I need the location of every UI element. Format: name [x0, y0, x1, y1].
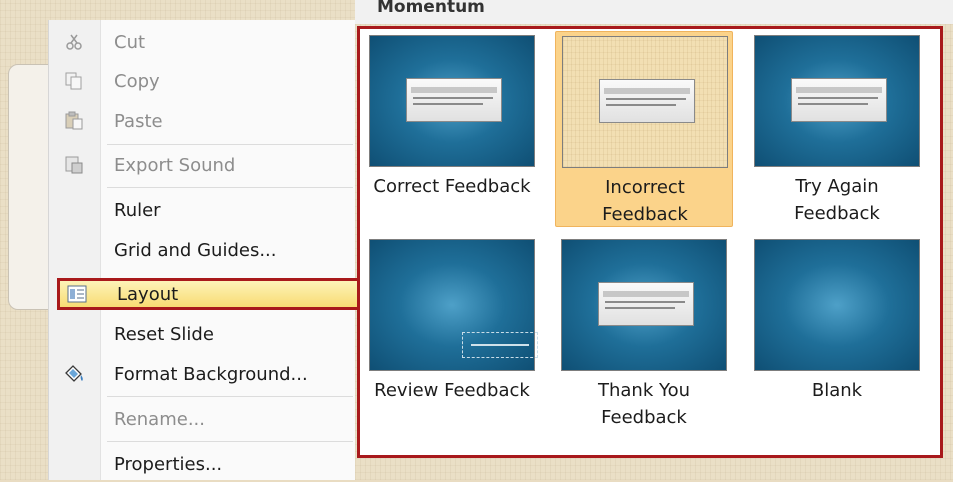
menu-item-label: Layout [117, 283, 179, 305]
menu-item-label: Copy [114, 70, 160, 92]
gallery-title: Momentum [377, 0, 485, 17]
text-placeholder [791, 78, 887, 122]
menu-separator [107, 187, 353, 188]
menu-item-rename[interactable]: Rename... [49, 401, 355, 437]
text-placeholder [406, 78, 502, 122]
scissors-icon [63, 31, 85, 53]
menu-item-label: Reset Slide [114, 323, 214, 345]
menu-item-layout[interactable]: Layout [57, 278, 399, 310]
export-sound-icon [63, 154, 85, 176]
context-menu: Cut Copy Paste Export Sound Ruler Grid a… [48, 20, 399, 482]
menu-item-label: Ruler [114, 199, 161, 221]
layout-caption: Correct Feedback [373, 176, 531, 197]
menu-separator [107, 144, 353, 145]
menu-item-ruler[interactable]: Ruler [49, 192, 355, 228]
menu-item-copy[interactable]: Copy [49, 63, 355, 99]
layout-tile-incorrect-feedback[interactable]: Incorrect Feedback [555, 31, 733, 227]
layout-caption: Incorrect Feedback [602, 177, 688, 225]
layout-caption: Review Feedback [374, 380, 530, 401]
menu-item-cut[interactable]: Cut [49, 24, 355, 60]
menu-item-label: Properties... [114, 453, 223, 475]
menu-item-paste[interactable]: Paste [49, 103, 355, 139]
layout-icon [66, 283, 88, 305]
layout-tile-try-again-feedback[interactable]: Try Again Feedback [748, 31, 926, 227]
layout-tile-correct-feedback[interactable]: Correct Feedback [363, 31, 541, 227]
menu-item-format-background[interactable]: Format Background... [49, 356, 355, 392]
copy-icon [63, 70, 85, 92]
dashed-placeholder [462, 332, 538, 358]
menu-separator [107, 396, 353, 397]
layout-caption: Try Again Feedback [794, 176, 880, 224]
layout-thumbnail [369, 239, 538, 371]
layout-thumbnail [561, 239, 727, 371]
layout-thumbnail [754, 35, 920, 167]
menu-item-properties[interactable]: Properties... [49, 446, 355, 482]
layout-tile-review-feedback[interactable]: Review Feedback [363, 235, 541, 431]
menu-item-grid-and-guides[interactable]: Grid and Guides... [49, 232, 355, 268]
menu-item-export-sound[interactable]: Export Sound [49, 147, 355, 183]
menu-item-label: Grid and Guides... [114, 239, 277, 261]
layout-tile-thank-you-feedback[interactable]: Thank You Feedback [555, 235, 733, 431]
layout-thumbnail [369, 35, 535, 167]
layout-caption: Thank You Feedback [597, 380, 690, 428]
layout-tile-blank[interactable]: Blank [748, 235, 926, 431]
format-background-icon [63, 363, 85, 385]
layout-thumbnail [754, 239, 920, 371]
menu-item-label: Export Sound [114, 154, 236, 176]
paste-icon [63, 110, 85, 132]
menu-item-reset-slide[interactable]: Reset Slide [49, 316, 355, 352]
layout-caption: Blank [811, 380, 863, 401]
layout-gallery: Correct Feedback Incorrect Feedback Try … [357, 26, 943, 458]
menu-item-label: Cut [114, 31, 146, 53]
menu-item-label: Format Background... [114, 363, 308, 385]
menu-item-label: Rename... [114, 408, 205, 430]
menu-item-label: Paste [114, 110, 163, 132]
layout-thumbnail [562, 36, 728, 168]
text-placeholder [599, 79, 695, 123]
menu-separator [107, 441, 353, 442]
text-placeholder [598, 282, 694, 326]
